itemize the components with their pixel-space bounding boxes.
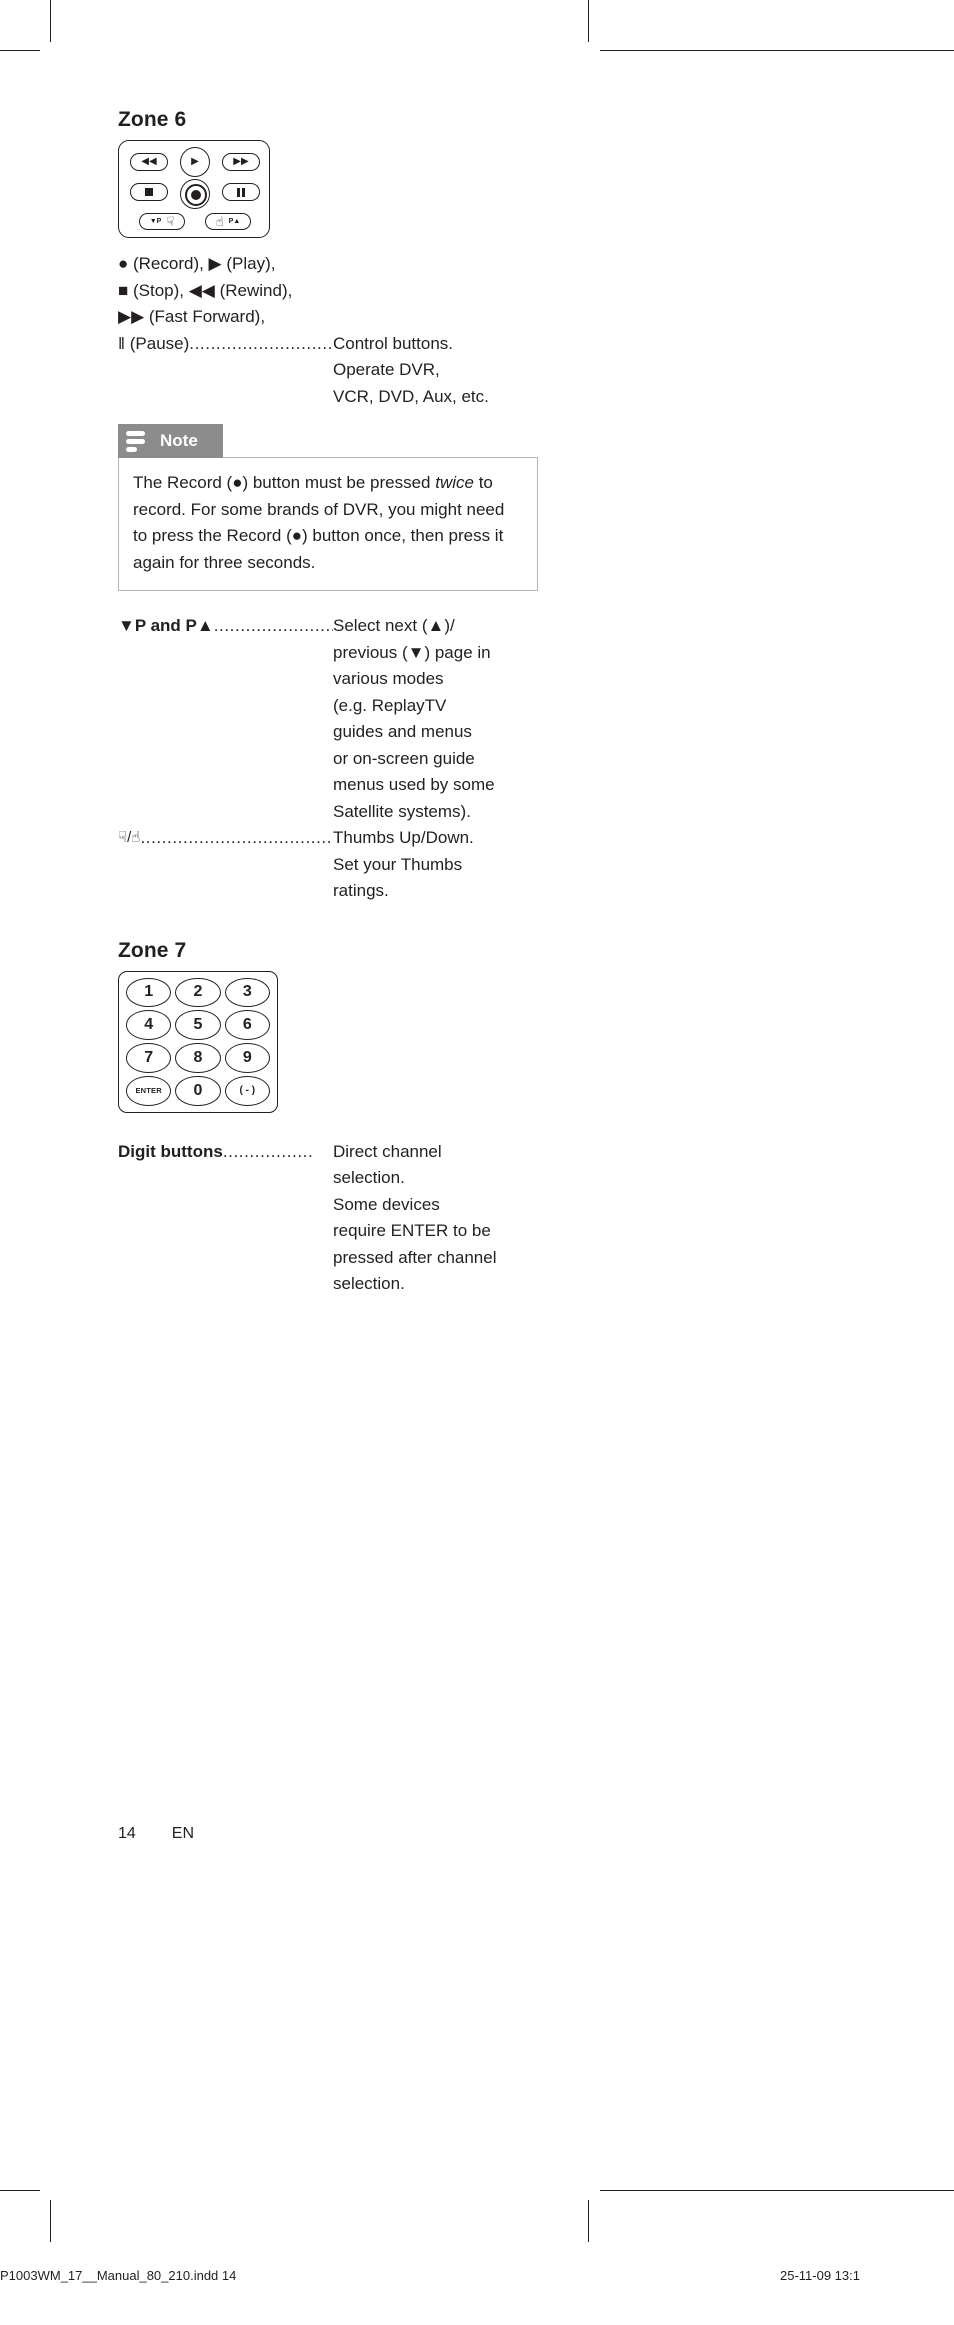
- pause-button[interactable]: [222, 183, 260, 201]
- thumbs-desc-line-3: ratings.: [333, 881, 389, 900]
- zone7-keypad-diagram: 1 2 3 4 5 6 7 8 9 ENTER 0 ( - ): [118, 970, 278, 1113]
- note-box: Note The Record (●) button must be press…: [118, 424, 538, 591]
- crop-mark-bottom-left-h: [0, 2190, 40, 2191]
- note-text-italic: twice: [435, 473, 474, 492]
- manual-page-content: Zone 6 ◀◀ ▶ ▶▶ ▼P ☟ ☝ P▲ ● (Record), ▶ (…: [118, 108, 538, 1298]
- zone6-remote-diagram: ◀◀ ▶ ▶▶ ▼P ☟ ☝ P▲: [118, 140, 270, 238]
- digit-key-9[interactable]: 9: [224, 1043, 270, 1073]
- digit-buttons-term: Digit buttons: [118, 1141, 223, 1161]
- page-keys-desc-line-2: previous (▼) page in: [333, 642, 491, 662]
- page-down-label: ▼P: [149, 218, 162, 225]
- page-keys-leader: .......................: [213, 616, 333, 635]
- record-button[interactable]: [180, 179, 210, 209]
- page-keys-desc-line-7: menus used by some: [333, 775, 495, 794]
- crop-mark-bottom-right-h: [600, 2190, 954, 2191]
- crop-mark-bottom-left: [50, 2200, 51, 2242]
- note-lines-icon: [118, 424, 152, 458]
- page-keys-desc-line-6: or on-screen guide: [333, 748, 475, 768]
- page-footer: 14 EN: [118, 1825, 194, 1843]
- print-timestamp: 25-11-09 13:1: [780, 2268, 860, 2283]
- note-text-part1: The Record (●) button must be pressed: [133, 473, 436, 492]
- page-keys-desc-line-4: (e.g. ReplayTV: [333, 695, 447, 715]
- thumbs-description: Thumbs Up/Down. Set your Thumbs ratings.: [333, 825, 538, 905]
- enter-key[interactable]: ENTER: [126, 1075, 172, 1106]
- play-icon: ▶: [191, 156, 199, 167]
- digit-desc-line-4: require ENTER to be: [333, 1221, 491, 1240]
- digit-desc-line-5: pressed after channel: [333, 1247, 497, 1267]
- digit-buttons-description: Direct channel selection. Some devices r…: [333, 1139, 538, 1298]
- dash-key[interactable]: ( - ): [224, 1075, 270, 1106]
- fast-forward-icon: ▶▶: [233, 156, 249, 167]
- thumbs-desc-line-1: Thumbs Up/Down.: [333, 828, 474, 847]
- page-keys-desc-line-1: Select next (▲)/: [333, 616, 455, 635]
- zone6-title: Zone 6: [118, 108, 187, 131]
- zone6-legend-line-1: ● (Record), ▶ (Play),: [118, 254, 276, 273]
- crop-mark-top-left-h: [0, 50, 40, 51]
- rewind-icon: ◀◀: [141, 156, 157, 167]
- digit-desc-line-1: Direct channel: [333, 1141, 442, 1161]
- pause-desc-line-1: Control buttons.: [333, 333, 454, 353]
- thumbs-leader: ....................................: [140, 828, 333, 847]
- page-keys-definition-row: ▼P and P▲ ....................... Select…: [118, 613, 538, 825]
- digit-key-3[interactable]: 3: [224, 977, 270, 1008]
- page-keys-desc-line-8: Satellite systems).: [333, 801, 471, 821]
- digit-key-0[interactable]: 0: [175, 1075, 221, 1106]
- note-body: The Record (●) button must be pressed tw…: [118, 457, 538, 591]
- digit-key-1[interactable]: 1: [126, 977, 172, 1008]
- page-keys-desc-line-5: guides and menus: [333, 722, 472, 741]
- fast-forward-button[interactable]: ▶▶: [222, 153, 260, 171]
- note-label: Note: [160, 431, 198, 450]
- pause-term: ‖ (Pause): [118, 333, 190, 353]
- thumbs-up-page-up-button[interactable]: ☝ P▲: [205, 213, 251, 230]
- note-header: Note: [118, 424, 223, 458]
- digit-key-6[interactable]: 6: [224, 1010, 270, 1040]
- stop-button[interactable]: [130, 183, 168, 201]
- zone7-title: Zone 7: [118, 938, 187, 962]
- page-down-thumbs-down-button[interactable]: ▼P ☟: [139, 213, 185, 230]
- record-dot-icon: [191, 190, 201, 200]
- page-language: EN: [171, 1825, 195, 1842]
- pause-definition-row: ‖ (Pause) ............................ C…: [118, 331, 538, 411]
- digit-key-5[interactable]: 5: [175, 1010, 221, 1040]
- pause-desc-line-3: VCR, DVD, Aux, etc.: [333, 386, 489, 406]
- pause-desc-line-2: Operate DVR,: [333, 360, 440, 379]
- page-keys-desc-line-3: various modes: [333, 669, 444, 688]
- zone6-legend-line-2: ■ (Stop), ◀◀ (Rewind),: [118, 280, 293, 300]
- rewind-button[interactable]: ◀◀: [130, 153, 168, 171]
- digit-key-8[interactable]: 8: [175, 1043, 221, 1073]
- thumbs-definition-row: ☟/☝ ....................................…: [118, 825, 538, 905]
- crop-mark-top-right-h: [600, 50, 954, 51]
- digit-key-4[interactable]: 4: [126, 1010, 172, 1040]
- crop-mark-bottom-right: [588, 2200, 589, 2242]
- page-up-label: P▲: [228, 218, 241, 225]
- digit-buttons-leader: .................: [222, 1141, 314, 1161]
- print-filename: P1003WM_17__Manual_80_210.indd 14: [0, 2268, 237, 2283]
- crop-mark-top-left: [50, 0, 51, 42]
- digit-desc-line-2: selection.: [333, 1168, 405, 1187]
- page-keys-description: Select next (▲)/ previous (▼) page in va…: [333, 613, 538, 825]
- page-number: 14: [118, 1825, 136, 1842]
- digit-desc-line-6: selection.: [333, 1274, 405, 1293]
- zone6-legend-line-3: ▶▶ (Fast Forward),: [118, 307, 266, 326]
- page-keys-term: ▼P and P▲: [118, 616, 214, 635]
- thumbs-down-icon: ☟: [166, 213, 175, 229]
- digit-desc-line-3: Some devices: [333, 1194, 440, 1214]
- digit-key-7[interactable]: 7: [126, 1043, 172, 1073]
- thumbs-up-icon: ☝: [215, 213, 224, 229]
- pause-description: Control buttons. Operate DVR, VCR, DVD, …: [333, 331, 538, 411]
- stop-icon: [145, 188, 153, 196]
- thumbs-term: ☟/☝: [118, 829, 141, 846]
- play-button[interactable]: ▶: [180, 147, 210, 177]
- crop-mark-top-right: [588, 0, 589, 42]
- pause-icon: [237, 187, 245, 197]
- digit-buttons-definition-row: Digit buttons ................. Direct c…: [118, 1139, 538, 1298]
- pause-leader: ............................: [189, 333, 333, 353]
- thumbs-desc-line-2: Set your Thumbs: [333, 854, 463, 874]
- digit-key-2[interactable]: 2: [175, 977, 221, 1008]
